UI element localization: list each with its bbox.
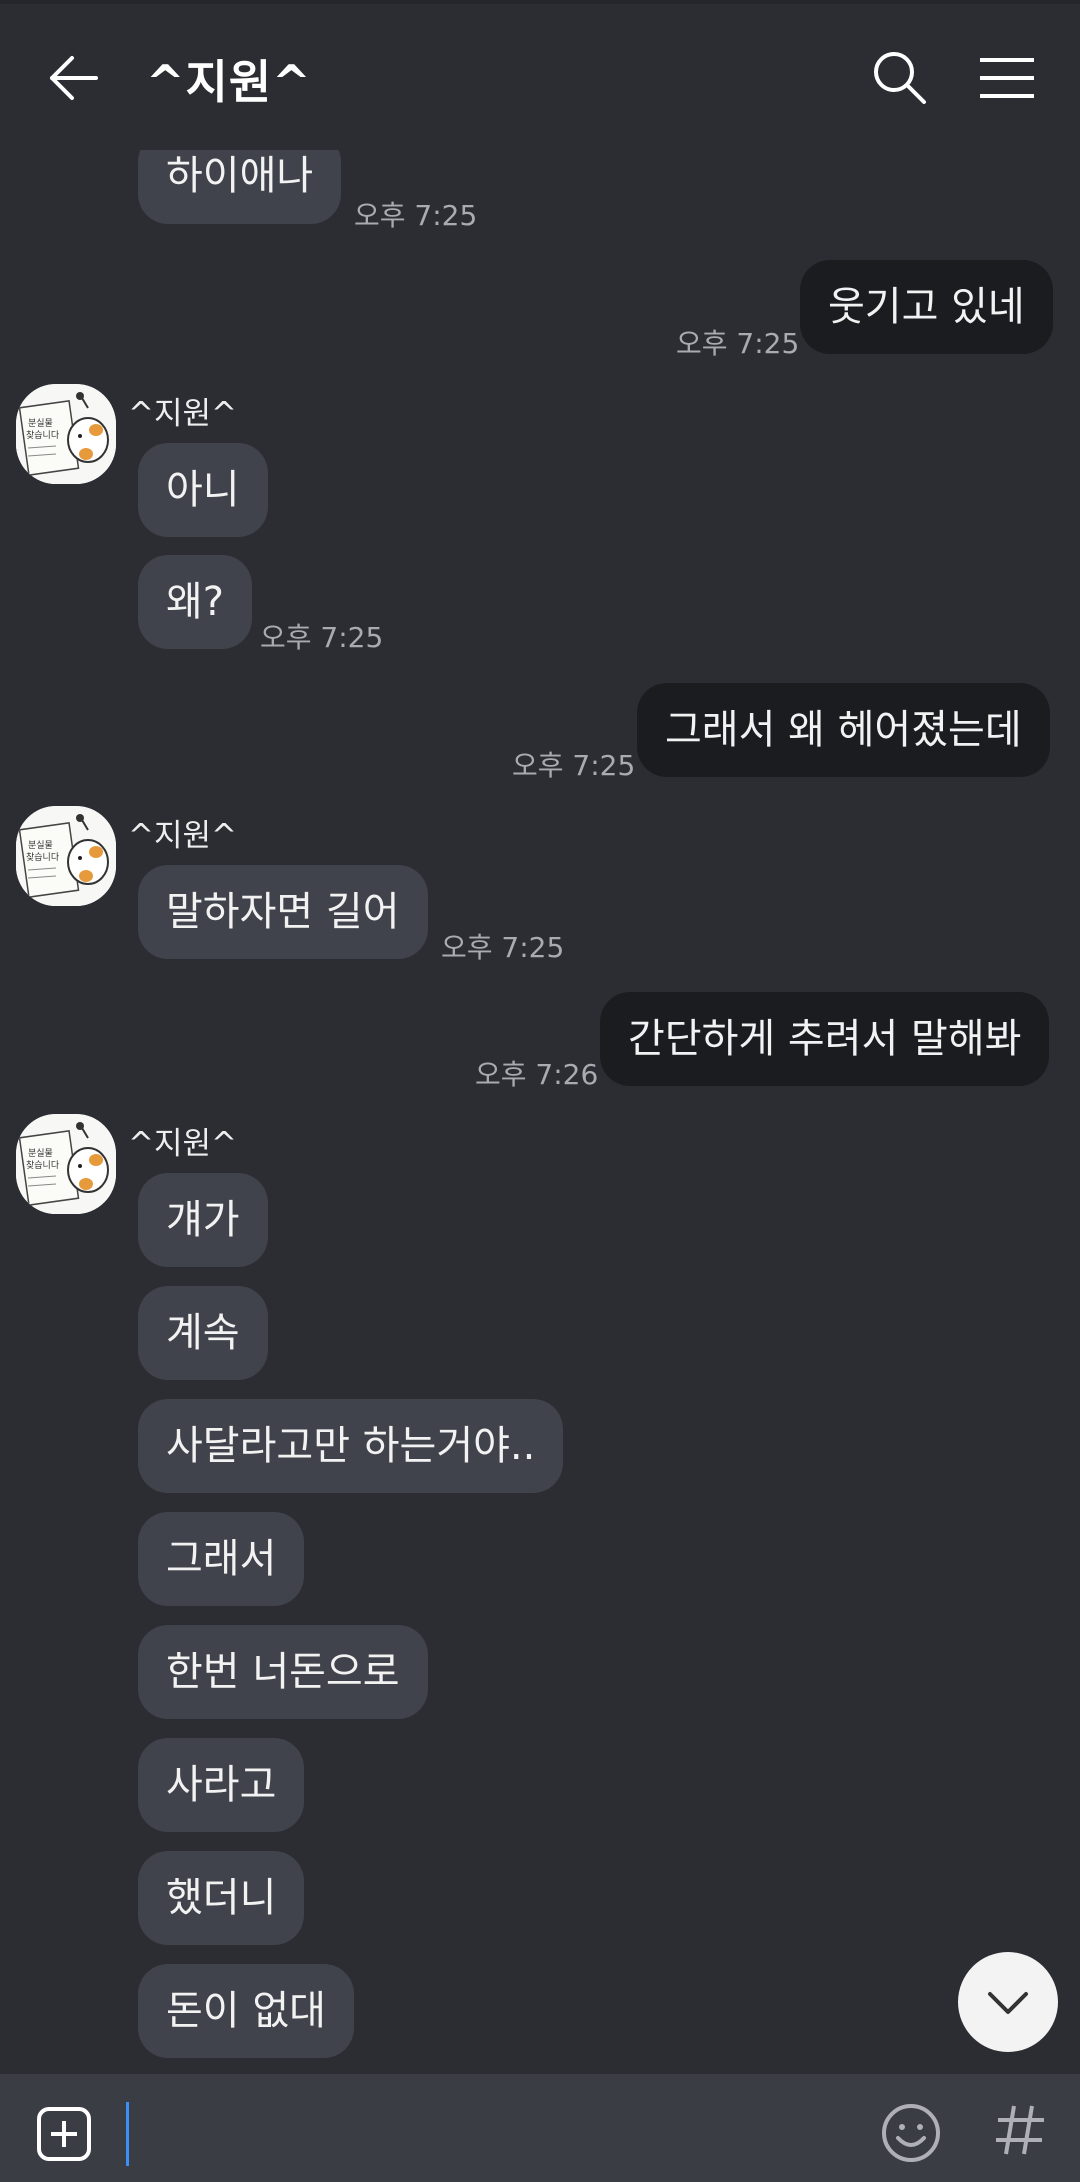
sender-name: ^지원^ xyxy=(128,1126,237,1162)
chat-area: 하이애나 오후 7:25 웃기고 있네 오후 7:25 분실물 찾습니다 ^지원… xyxy=(0,0,1080,2072)
message-bubble-incoming[interactable]: 왜? xyxy=(138,555,253,649)
svg-text:찾습니다: 찾습니다 xyxy=(26,852,60,863)
message-bubble-incoming[interactable]: 걔가 xyxy=(138,1173,268,1267)
hashtag-icon[interactable] xyxy=(990,2100,1050,2160)
plus-square-icon[interactable] xyxy=(36,2106,92,2162)
search-icon[interactable] xyxy=(866,44,934,112)
message-bubble-incoming[interactable]: 사달라고만 하는거야.. xyxy=(138,1399,564,1493)
message-input[interactable] xyxy=(126,2102,129,2166)
message-bubble-outgoing[interactable]: 간단하게 추려서 말해봐 xyxy=(600,992,1050,1086)
hamburger-menu-icon[interactable] xyxy=(972,44,1040,112)
svg-text:분실물: 분실물 xyxy=(28,1148,53,1159)
message-bubble-incoming[interactable]: 한번 너돈으로 xyxy=(138,1625,428,1719)
chat-header: ^지원^ xyxy=(0,4,1080,150)
svg-text:분실물: 분실물 xyxy=(28,418,53,429)
message-time: 오후 7:25 xyxy=(512,749,636,782)
message-bubble-incoming[interactable]: 그래서 xyxy=(138,1512,305,1606)
message-bubble-incoming[interactable]: 했더니 xyxy=(138,1851,305,1945)
message-bubble-incoming[interactable]: 아니 xyxy=(138,443,268,537)
sender-name: ^지원^ xyxy=(128,818,237,854)
lost-cat-poster-avatar: 분실물 찾습니다 xyxy=(16,1114,116,1214)
svg-text:찾습니다: 찾습니다 xyxy=(26,1160,60,1171)
contact-avatar[interactable]: 분실물 찾습니다 xyxy=(16,1114,116,1214)
message-bubble-outgoing[interactable]: 웃기고 있네 xyxy=(800,260,1053,354)
message-composer xyxy=(0,2074,1080,2182)
message-bubble-incoming[interactable]: 계속 xyxy=(138,1286,268,1380)
contact-avatar[interactable]: 분실물 찾습니다 xyxy=(16,806,116,906)
svg-text:분실물: 분실물 xyxy=(28,840,53,851)
lost-cat-poster-avatar: 분실물 찾습니다 xyxy=(16,384,116,484)
message-bubble-incoming[interactable]: 사라고 xyxy=(138,1738,305,1832)
message-time: 오후 7:25 xyxy=(260,621,384,654)
chevron-down-icon xyxy=(988,1992,1028,2014)
message-bubble-incoming[interactable]: 말하자면 길어 xyxy=(138,865,428,959)
message-time: 오후 7:26 xyxy=(475,1058,599,1091)
svg-text:찾습니다: 찾습니다 xyxy=(26,430,60,441)
emoji-icon[interactable] xyxy=(880,2102,942,2164)
sender-name: ^지원^ xyxy=(128,396,237,432)
message-time: 오후 7:25 xyxy=(441,931,565,964)
contact-avatar[interactable]: 분실물 찾습니다 xyxy=(16,384,116,484)
lost-cat-poster-avatar: 분실물 찾습니다 xyxy=(16,806,116,906)
message-bubble-incoming[interactable]: 돈이 없대 xyxy=(138,1964,354,2058)
message-time: 오후 7:25 xyxy=(354,199,478,232)
message-bubble-outgoing[interactable]: 그래서 왜 헤어졌는데 xyxy=(637,683,1050,777)
arrow-left-icon[interactable] xyxy=(40,44,108,112)
message-time: 오후 7:25 xyxy=(676,327,800,360)
chat-title: ^지원^ xyxy=(146,55,312,109)
scroll-to-bottom-button[interactable] xyxy=(958,1952,1058,2052)
